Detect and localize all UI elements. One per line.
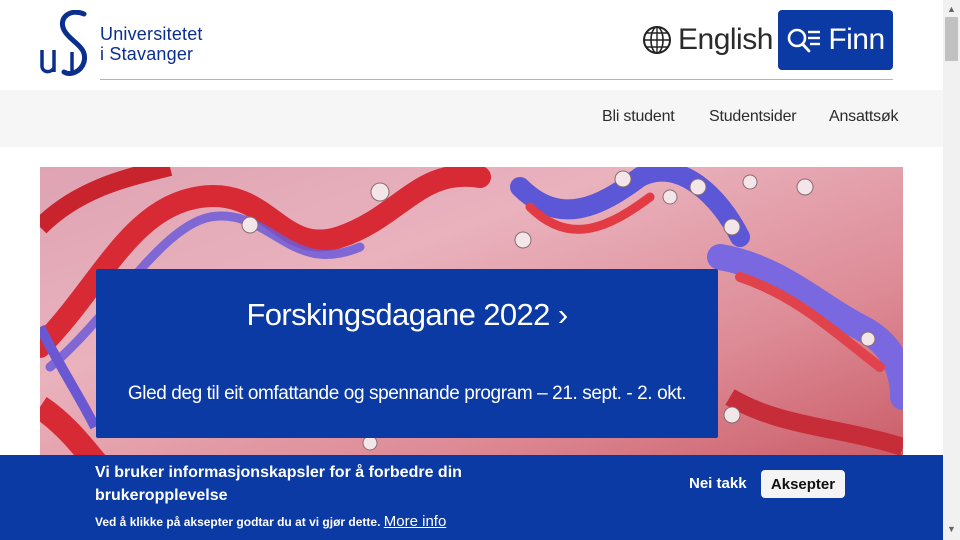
find-label: Finn: [828, 23, 885, 56]
arrow-up-icon[interactable]: ▲: [947, 4, 956, 14]
hero-card[interactable]: Forskingsdagane 2022 › Gled deg til eit …: [96, 269, 718, 438]
arrow-down-icon[interactable]: ▼: [947, 524, 956, 534]
cookie-banner: Vi bruker informasjonskapsler for å forb…: [0, 455, 943, 540]
cookie-text: Ved å klikke på aksepter godtar du at vi…: [95, 513, 446, 530]
header-divider: [100, 79, 893, 80]
logo-wordmark: Universitetet i Stavanger: [100, 24, 203, 64]
nav-item-bli-student[interactable]: Bli student: [602, 108, 675, 126]
uis-logo-mark: [40, 10, 88, 76]
language-label: English: [678, 23, 773, 56]
scrollbar-thumb[interactable]: [945, 17, 958, 61]
search-menu-icon: [788, 28, 821, 53]
logo-line-1: Universitetet: [100, 24, 203, 44]
hero-subtitle: Gled deg til eit omfattande og spennande…: [127, 383, 687, 404]
more-info-link[interactable]: More info: [384, 513, 447, 530]
cookie-title: Vi bruker informasjonskapsler for å forb…: [95, 464, 462, 504]
cookie-description: Ved å klikke på aksepter godtar du at vi…: [95, 515, 381, 529]
find-button[interactable]: Finn: [778, 10, 893, 70]
decline-button[interactable]: Nei takk: [689, 475, 747, 492]
vertical-scrollbar[interactable]: ▲ ▼: [943, 0, 960, 540]
hero-title-link[interactable]: Forskingsdagane 2022 ›: [96, 297, 718, 333]
nav-item-studentsider[interactable]: Studentsider: [709, 108, 797, 126]
nav-item-ansattsok[interactable]: Ansattsøk: [829, 108, 899, 126]
logo-line-2: i Stavanger: [100, 44, 194, 64]
accept-button[interactable]: Aksepter: [761, 470, 845, 498]
site-header: Universitetet i Stavanger English Finn: [0, 0, 943, 90]
globe-icon: [643, 26, 671, 54]
language-switch[interactable]: English: [642, 22, 773, 58]
main-nav: Bli student Studentsider Ansattsøk: [0, 90, 943, 147]
uis-logo[interactable]: Universitetet i Stavanger: [40, 10, 230, 76]
